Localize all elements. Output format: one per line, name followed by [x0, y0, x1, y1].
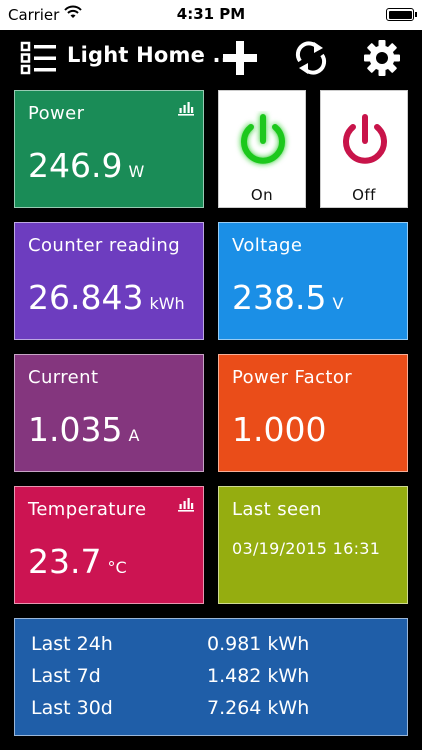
on-button[interactable]: On — [218, 90, 306, 208]
stats-chart-icon[interactable] — [177, 496, 195, 512]
history-period: Last 24h — [31, 633, 113, 655]
page-title: Light Home ... — [67, 43, 238, 67]
off-button[interactable]: Off — [320, 90, 408, 208]
temperature-value-row: 23.7 °C — [28, 542, 127, 581]
power-factor-tile[interactable]: Power Factor 1.000 — [218, 354, 408, 472]
last-seen-tile[interactable]: Last seen 03/19/2015 16:31 — [218, 486, 408, 604]
off-label: Off — [352, 186, 376, 204]
counter-reading-value-row: 26.843 kWh — [28, 278, 185, 317]
power-on-icon — [241, 114, 285, 164]
consumption-history-tile[interactable]: Last 24h 0.981 kWh Last 7d 1.482 kWh Las… — [14, 618, 408, 736]
counter-reading-value: 26.843 — [28, 278, 144, 317]
power-tile[interactable]: Power 246.9 W — [14, 90, 204, 208]
refresh-icon[interactable] — [292, 39, 330, 77]
add-icon[interactable] — [220, 38, 260, 78]
counter-reading-tile[interactable]: Counter reading 26.843 kWh — [14, 222, 204, 340]
temperature-unit: °C — [107, 558, 127, 577]
current-label: Current — [28, 367, 99, 388]
counter-reading-unit: kWh — [149, 294, 185, 313]
current-value: 1.035 — [28, 410, 123, 449]
power-label: Power — [28, 103, 85, 124]
last-seen-timestamp: 03/19/2015 16:31 — [232, 539, 381, 558]
power-value: 246.9 — [28, 146, 123, 185]
on-label: On — [250, 186, 274, 204]
counter-reading-label: Counter reading — [28, 235, 181, 256]
temperature-value: 23.7 — [28, 542, 102, 581]
status-bar: Carrier 4:31 PM — [0, 0, 422, 30]
power-factor-value-row: 1.000 — [232, 410, 326, 449]
history-amount: 7.264 kWh — [207, 697, 310, 719]
power-factor-value: 1.000 — [232, 410, 327, 449]
voltage-label: Voltage — [232, 235, 303, 256]
history-amount: 0.981 kWh — [207, 633, 310, 655]
stats-chart-icon[interactable] — [177, 100, 195, 116]
current-tile[interactable]: Current 1.035 A — [14, 354, 204, 472]
voltage-unit: V — [332, 294, 344, 313]
temperature-tile[interactable]: Temperature 23.7 °C — [14, 486, 204, 604]
power-factor-label: Power Factor — [232, 367, 353, 388]
temperature-label: Temperature — [28, 499, 147, 520]
last-seen-label: Last seen — [232, 499, 322, 520]
gear-icon[interactable] — [362, 38, 402, 78]
power-off-icon — [343, 114, 387, 164]
clock: 4:31 PM — [176, 5, 246, 23]
history-period: Last 7d — [31, 665, 101, 687]
battery-icon — [386, 8, 417, 21]
current-value-row: 1.035 A — [28, 410, 139, 449]
voltage-value-row: 238.5 V — [232, 278, 343, 317]
power-value-row: 246.9 W — [28, 146, 144, 185]
history-period: Last 30d — [31, 697, 113, 719]
history-amount: 1.482 kWh — [207, 665, 310, 687]
current-unit: A — [128, 426, 140, 445]
voltage-tile[interactable]: Voltage 238.5 V — [218, 222, 408, 340]
power-unit: W — [128, 162, 145, 181]
voltage-value: 238.5 — [232, 278, 327, 317]
nav-bar: Light Home ... — [0, 30, 422, 84]
list-menu-icon[interactable] — [20, 40, 58, 76]
